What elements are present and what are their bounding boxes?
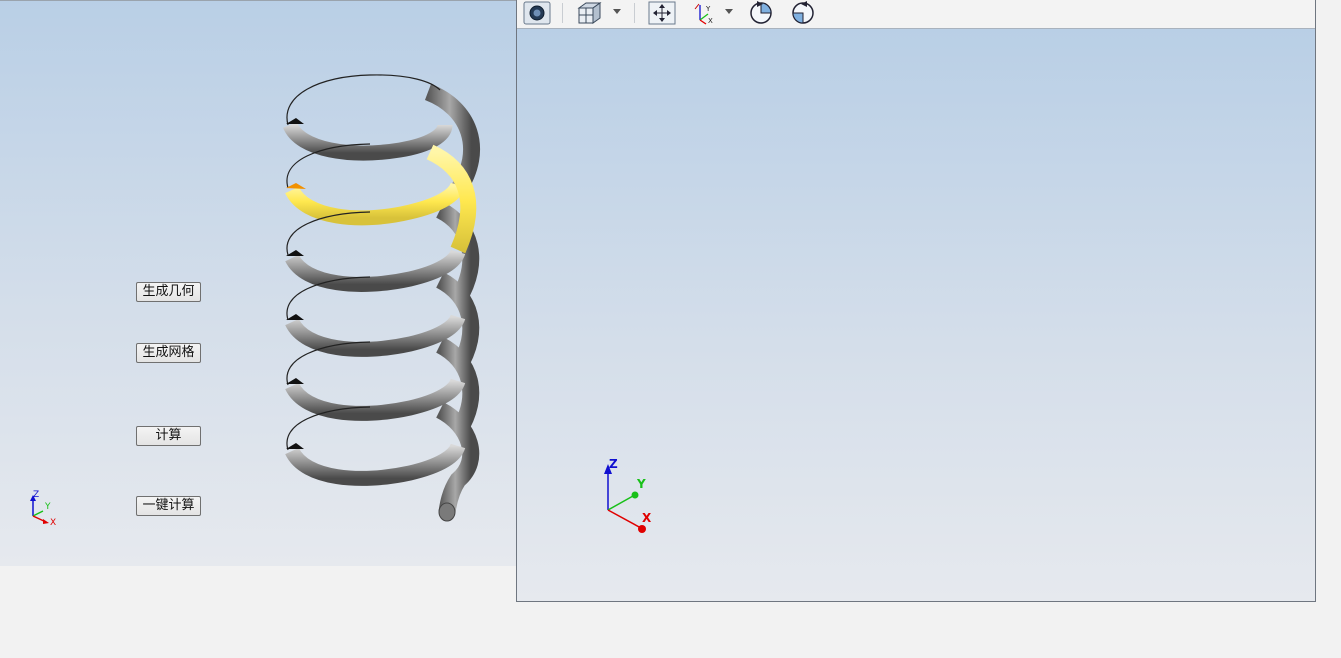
fit-all-icon <box>648 1 676 25</box>
right-viewer-panel: Y X Z Y X <box>516 0 1316 602</box>
axes-view-icon: Y X <box>694 3 713 25</box>
axes-view-button[interactable]: Y X <box>690 0 720 26</box>
view-cube-icon <box>577 2 602 24</box>
right-3d-viewport[interactable]: Z Y X <box>517 29 1315 601</box>
screenshot-button[interactable] <box>522 0 552 26</box>
spring-model[interactable] <box>0 0 516 566</box>
generate-geometry-button[interactable]: 生成几何 <box>136 282 201 302</box>
axis-triad-icon <box>30 495 49 524</box>
rotate-right-icon <box>792 1 814 24</box>
rotate-left-icon <box>750 1 772 24</box>
axis-label-z: Z <box>33 490 40 500</box>
svg-text:Y: Y <box>705 5 711 13</box>
camera-icon <box>523 1 551 25</box>
axes-view-dropdown-icon[interactable] <box>725 9 733 14</box>
axis-label-x: X <box>50 518 57 528</box>
left-3d-viewport[interactable]: 生成几何 生成网格 计算 一键计算 Z Y X <box>0 0 516 566</box>
toolbar-separator <box>562 3 563 23</box>
right-axis-triad: Z Y X <box>597 457 667 537</box>
left-axis-triad: Z Y X <box>24 490 64 530</box>
viewer-toolbar: Y X <box>517 0 1315 29</box>
rotate-right-button[interactable] <box>787 0 819 26</box>
axis-triad-icon <box>604 464 646 533</box>
one-click-compute-button[interactable]: 一键计算 <box>136 496 201 516</box>
view-cube-dropdown-icon[interactable] <box>613 9 621 14</box>
toolbar-separator <box>634 3 635 23</box>
svg-text:X: X <box>708 17 713 25</box>
view-cube-button[interactable] <box>575 0 605 26</box>
fit-all-button[interactable] <box>647 0 677 26</box>
axis-label-y: Y <box>45 502 51 512</box>
rotate-left-button[interactable] <box>745 0 777 26</box>
generate-mesh-button[interactable]: 生成网格 <box>136 343 201 363</box>
axis-label-z: Z <box>609 457 618 471</box>
spring-coils <box>283 121 477 486</box>
axis-label-x: X <box>642 511 652 525</box>
compute-button[interactable]: 计算 <box>136 426 201 446</box>
axis-label-y: Y <box>637 477 646 491</box>
